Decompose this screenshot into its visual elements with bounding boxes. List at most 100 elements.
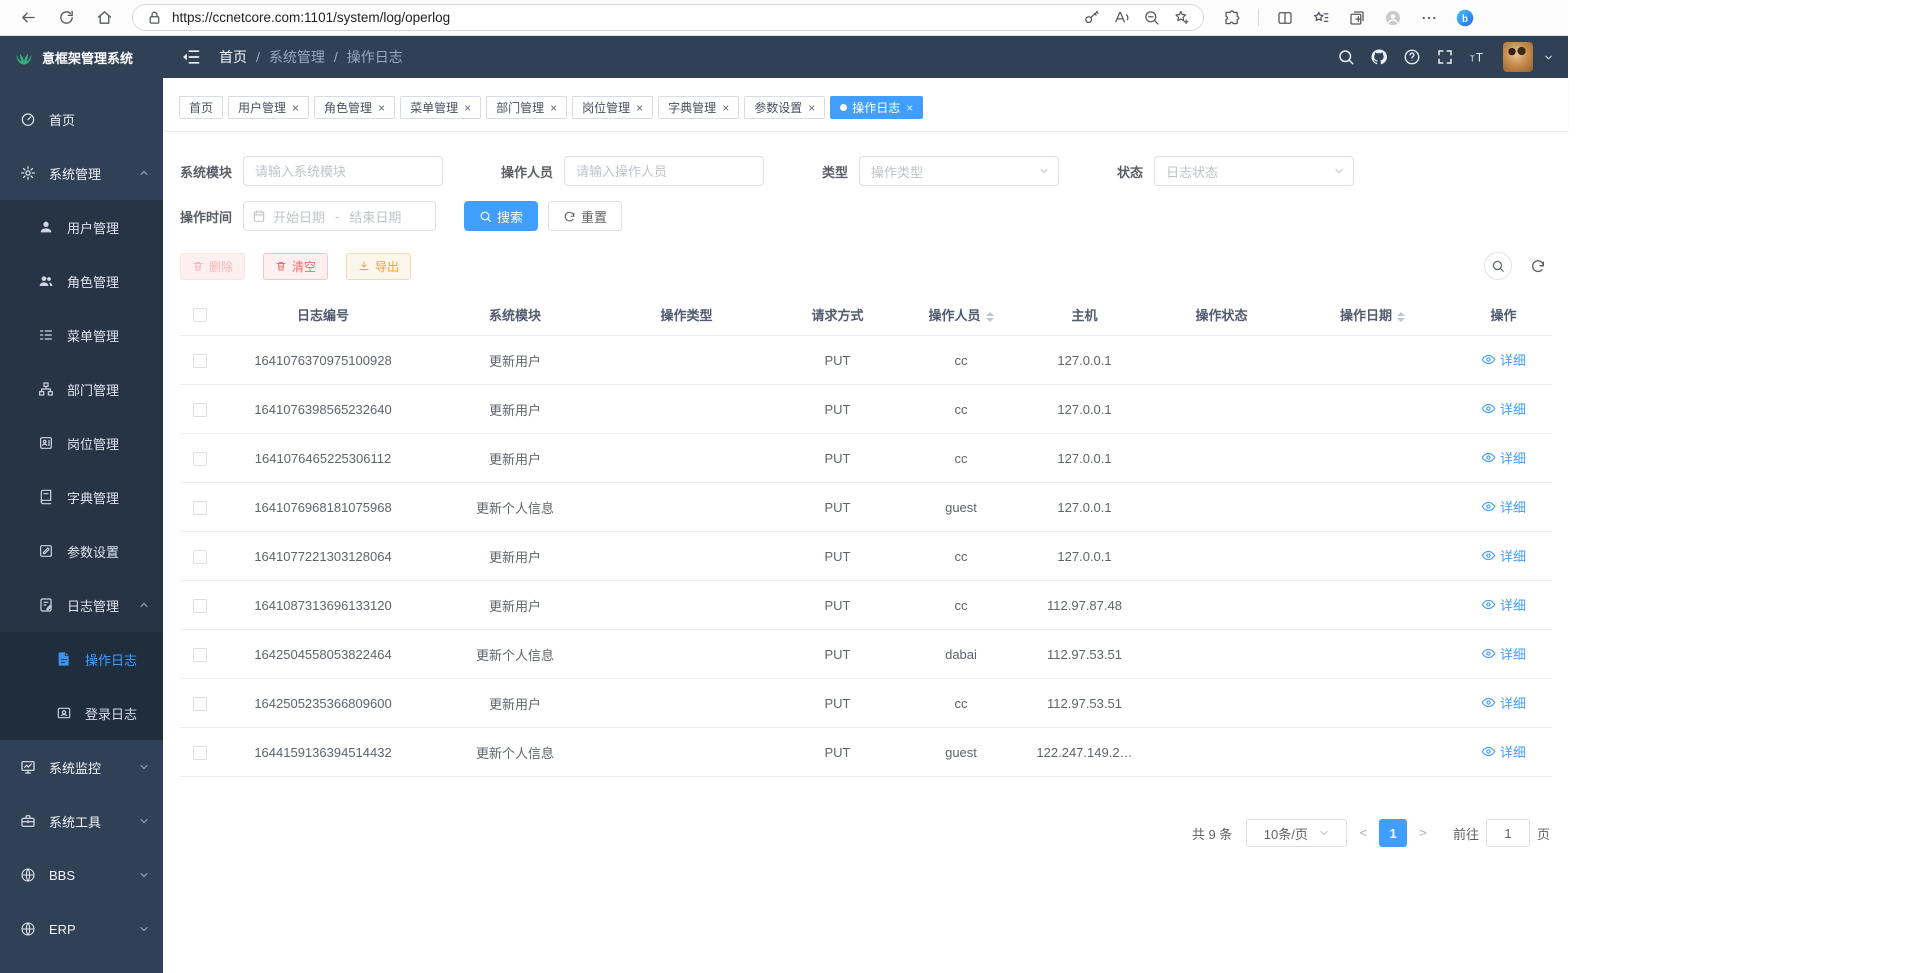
detail-link[interactable]: 详细 (1481, 399, 1526, 418)
status-select[interactable]: 日志状态 (1154, 156, 1354, 186)
detail-link[interactable]: 详细 (1481, 644, 1526, 663)
sidebar-item-dict[interactable]: 字典管理 (0, 470, 163, 524)
toggle-search-button[interactable] (1484, 252, 1512, 280)
sidebar-item-operlog[interactable]: 操作日志 (0, 632, 163, 686)
sidebar-item-home[interactable]: 首页 (0, 92, 163, 146)
export-button[interactable]: 导出 (346, 253, 411, 280)
module-input[interactable] (243, 156, 443, 186)
tab-dept[interactable]: 部门管理 × (486, 96, 567, 119)
breadcrumb-item[interactable]: 系统管理 (269, 47, 325, 67)
tab-close-icon[interactable]: × (292, 102, 299, 114)
profile-icon[interactable] (1379, 4, 1407, 32)
sidebar-item-param[interactable]: 参数设置 (0, 524, 163, 578)
select-all-checkbox[interactable] (193, 308, 207, 322)
tab-param[interactable]: 参数设置 × (744, 96, 825, 119)
favorite-add-icon[interactable] (1169, 6, 1193, 30)
sidebar-item-post[interactable]: 岗位管理 (0, 416, 163, 470)
tab-close-icon[interactable]: × (378, 102, 385, 114)
lock-icon[interactable] (145, 9, 163, 27)
detail-link[interactable]: 详细 (1481, 742, 1526, 761)
reset-button[interactable]: 重置 (548, 201, 622, 231)
tab-close-icon[interactable]: × (636, 102, 643, 114)
sidebar-item-loginlog[interactable]: 登录日志 (0, 686, 163, 740)
user-avatar[interactable] (1503, 42, 1533, 72)
font-size-icon[interactable]: TT (1464, 44, 1491, 71)
row-checkbox[interactable] (193, 501, 207, 515)
read-aloud-icon[interactable] (1109, 6, 1133, 30)
row-checkbox[interactable] (193, 550, 207, 564)
sidebar-item-yi[interactable]: Yi框架 (0, 956, 163, 973)
row-checkbox[interactable] (193, 599, 207, 613)
sidebar-item-monitor[interactable]: 系统监控 (0, 740, 163, 794)
row-checkbox[interactable] (193, 697, 207, 711)
reload-icon[interactable] (52, 4, 80, 32)
fullscreen-icon[interactable] (1431, 44, 1458, 71)
page-size-select[interactable]: 10条/页 (1246, 819, 1347, 847)
tab-role[interactable]: 角色管理 × (314, 96, 395, 119)
next-page-button[interactable]: > (1419, 826, 1427, 841)
refresh-table-button[interactable] (1524, 252, 1552, 280)
prev-page-button[interactable]: < (1359, 826, 1367, 841)
delete-button[interactable]: 删除 (180, 253, 245, 280)
sidebar-item-tools[interactable]: 系统工具 (0, 794, 163, 848)
search-icon[interactable] (1332, 44, 1359, 71)
detail-link[interactable]: 详细 (1481, 693, 1526, 712)
tab-close-icon[interactable]: × (906, 102, 913, 114)
row-checkbox[interactable] (193, 354, 207, 368)
operator-input[interactable] (564, 156, 764, 186)
goto-page-input[interactable] (1486, 819, 1530, 847)
tab-user[interactable]: 用户管理 × (228, 96, 309, 119)
tab-close-icon[interactable]: × (464, 102, 471, 114)
search-button[interactable]: 搜索 (464, 201, 538, 231)
collections-icon[interactable] (1343, 4, 1371, 32)
row-checkbox[interactable] (193, 746, 207, 760)
help-icon[interactable] (1398, 44, 1425, 71)
type-select[interactable]: 操作类型 (859, 156, 1059, 186)
column-header-operator[interactable]: 操作人员 (906, 294, 1016, 336)
tab-close-icon[interactable]: × (722, 102, 729, 114)
row-checkbox[interactable] (193, 403, 207, 417)
tab-menu[interactable]: 菜单管理 × (400, 96, 481, 119)
detail-link[interactable]: 详细 (1481, 595, 1526, 614)
more-icon[interactable] (1415, 4, 1443, 32)
back-icon[interactable] (14, 4, 42, 32)
page-number-1[interactable]: 1 (1379, 819, 1407, 847)
row-checkbox[interactable] (193, 452, 207, 466)
tab-home[interactable]: 首页 (179, 96, 223, 119)
extensions-icon[interactable] (1218, 4, 1246, 32)
sort-caret-icon[interactable] (986, 312, 994, 322)
row-checkbox[interactable] (193, 648, 207, 662)
clear-button[interactable]: 清空 (263, 253, 328, 280)
address-bar[interactable]: https://ccnetcore.com:1101/system/log/op… (132, 4, 1204, 31)
tab-close-icon[interactable]: × (550, 102, 557, 114)
sort-caret-icon[interactable] (1397, 312, 1405, 322)
home-icon[interactable] (90, 4, 118, 32)
key-icon[interactable] (1079, 6, 1103, 30)
breadcrumb-item[interactable]: 首页 (219, 47, 247, 67)
sidebar-item-dept[interactable]: 部门管理 (0, 362, 163, 416)
tab-post[interactable]: 岗位管理 × (572, 96, 653, 119)
zoom-out-icon[interactable] (1139, 6, 1163, 30)
tab-operlog[interactable]: 操作日志 × (830, 96, 923, 119)
sidebar-fold-icon[interactable] (181, 47, 201, 67)
bing-icon[interactable]: b (1451, 4, 1479, 32)
favorites-icon[interactable] (1307, 4, 1335, 32)
sidebar-item-system[interactable]: 系统管理 (0, 146, 163, 200)
detail-link[interactable]: 详细 (1481, 448, 1526, 467)
date-range-picker[interactable]: 开始日期 - 结束日期 (243, 201, 436, 231)
split-screen-icon[interactable] (1271, 4, 1299, 32)
detail-link[interactable]: 详细 (1481, 350, 1526, 369)
url-text[interactable]: https://ccnetcore.com:1101/system/log/op… (172, 10, 1079, 25)
sidebar-item-bbs[interactable]: BBS (0, 848, 163, 902)
sidebar-item-menu[interactable]: 菜单管理 (0, 308, 163, 362)
sidebar-item-role[interactable]: 角色管理 (0, 254, 163, 308)
sidebar-item-log[interactable]: 日志管理 (0, 578, 163, 632)
sidebar-item-erp[interactable]: ERP (0, 902, 163, 956)
tab-dict[interactable]: 字典管理 × (658, 96, 739, 119)
tab-close-icon[interactable]: × (808, 102, 815, 114)
detail-link[interactable]: 详细 (1481, 497, 1526, 516)
sidebar-item-user[interactable]: 用户管理 (0, 200, 163, 254)
github-icon[interactable] (1365, 44, 1392, 71)
detail-link[interactable]: 详细 (1481, 546, 1526, 565)
column-header-date[interactable]: 操作日期 (1290, 294, 1455, 336)
